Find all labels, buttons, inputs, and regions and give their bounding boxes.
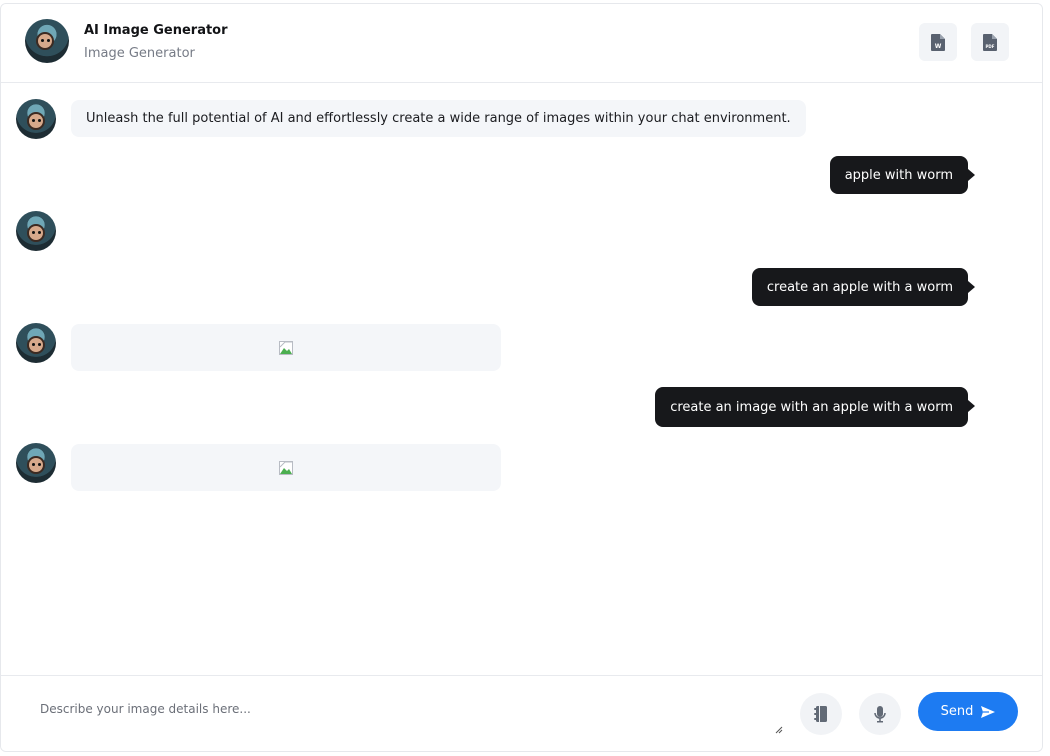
- microphone-button[interactable]: [859, 693, 901, 735]
- chat-header: AI Image Generator Image Generator W PDF: [1, 4, 1042, 83]
- message-list: Unleash the full potential of AI and eff…: [1, 83, 1042, 676]
- export-word-button[interactable]: W: [919, 23, 957, 61]
- notebook-button[interactable]: [800, 693, 842, 735]
- bot-image-message: [71, 324, 501, 371]
- chat-window: AI Image Generator Image Generator W PDF…: [0, 3, 1043, 752]
- notebook-icon: [814, 706, 827, 722]
- bot-avatar: [25, 19, 69, 63]
- bot-avatar: [16, 443, 56, 483]
- bot-message: Unleash the full potential of AI and eff…: [71, 100, 806, 137]
- broken-image-icon: [279, 460, 293, 475]
- page-title: AI Image Generator: [84, 23, 228, 38]
- export-pdf-button[interactable]: PDF: [971, 23, 1009, 61]
- svg-text:PDF: PDF: [986, 44, 995, 49]
- word-document-icon: W: [931, 33, 945, 51]
- broken-image-icon: [279, 340, 293, 355]
- bot-avatar: [16, 99, 56, 139]
- resize-handle-icon[interactable]: [775, 726, 783, 734]
- send-button[interactable]: Send: [918, 692, 1018, 731]
- microphone-icon: [874, 706, 886, 723]
- bot-avatar: [16, 211, 56, 251]
- prompt-input[interactable]: [23, 692, 785, 734]
- composer: Send: [1, 675, 1042, 751]
- user-message: create an apple with a worm: [751, 268, 976, 306]
- send-arrow-icon: [981, 705, 996, 718]
- page-subtitle: Image Generator: [84, 46, 195, 61]
- bot-avatar: [16, 323, 56, 363]
- bot-message-text: Unleash the full potential of AI and eff…: [86, 111, 791, 126]
- user-message: create an image with an apple with a wor…: [655, 387, 975, 427]
- svg-text:W: W: [935, 43, 942, 50]
- send-button-label: Send: [940, 704, 974, 719]
- bot-image-message: [71, 444, 501, 491]
- user-message: apple with worm: [829, 156, 976, 194]
- pdf-document-icon: PDF: [983, 33, 997, 51]
